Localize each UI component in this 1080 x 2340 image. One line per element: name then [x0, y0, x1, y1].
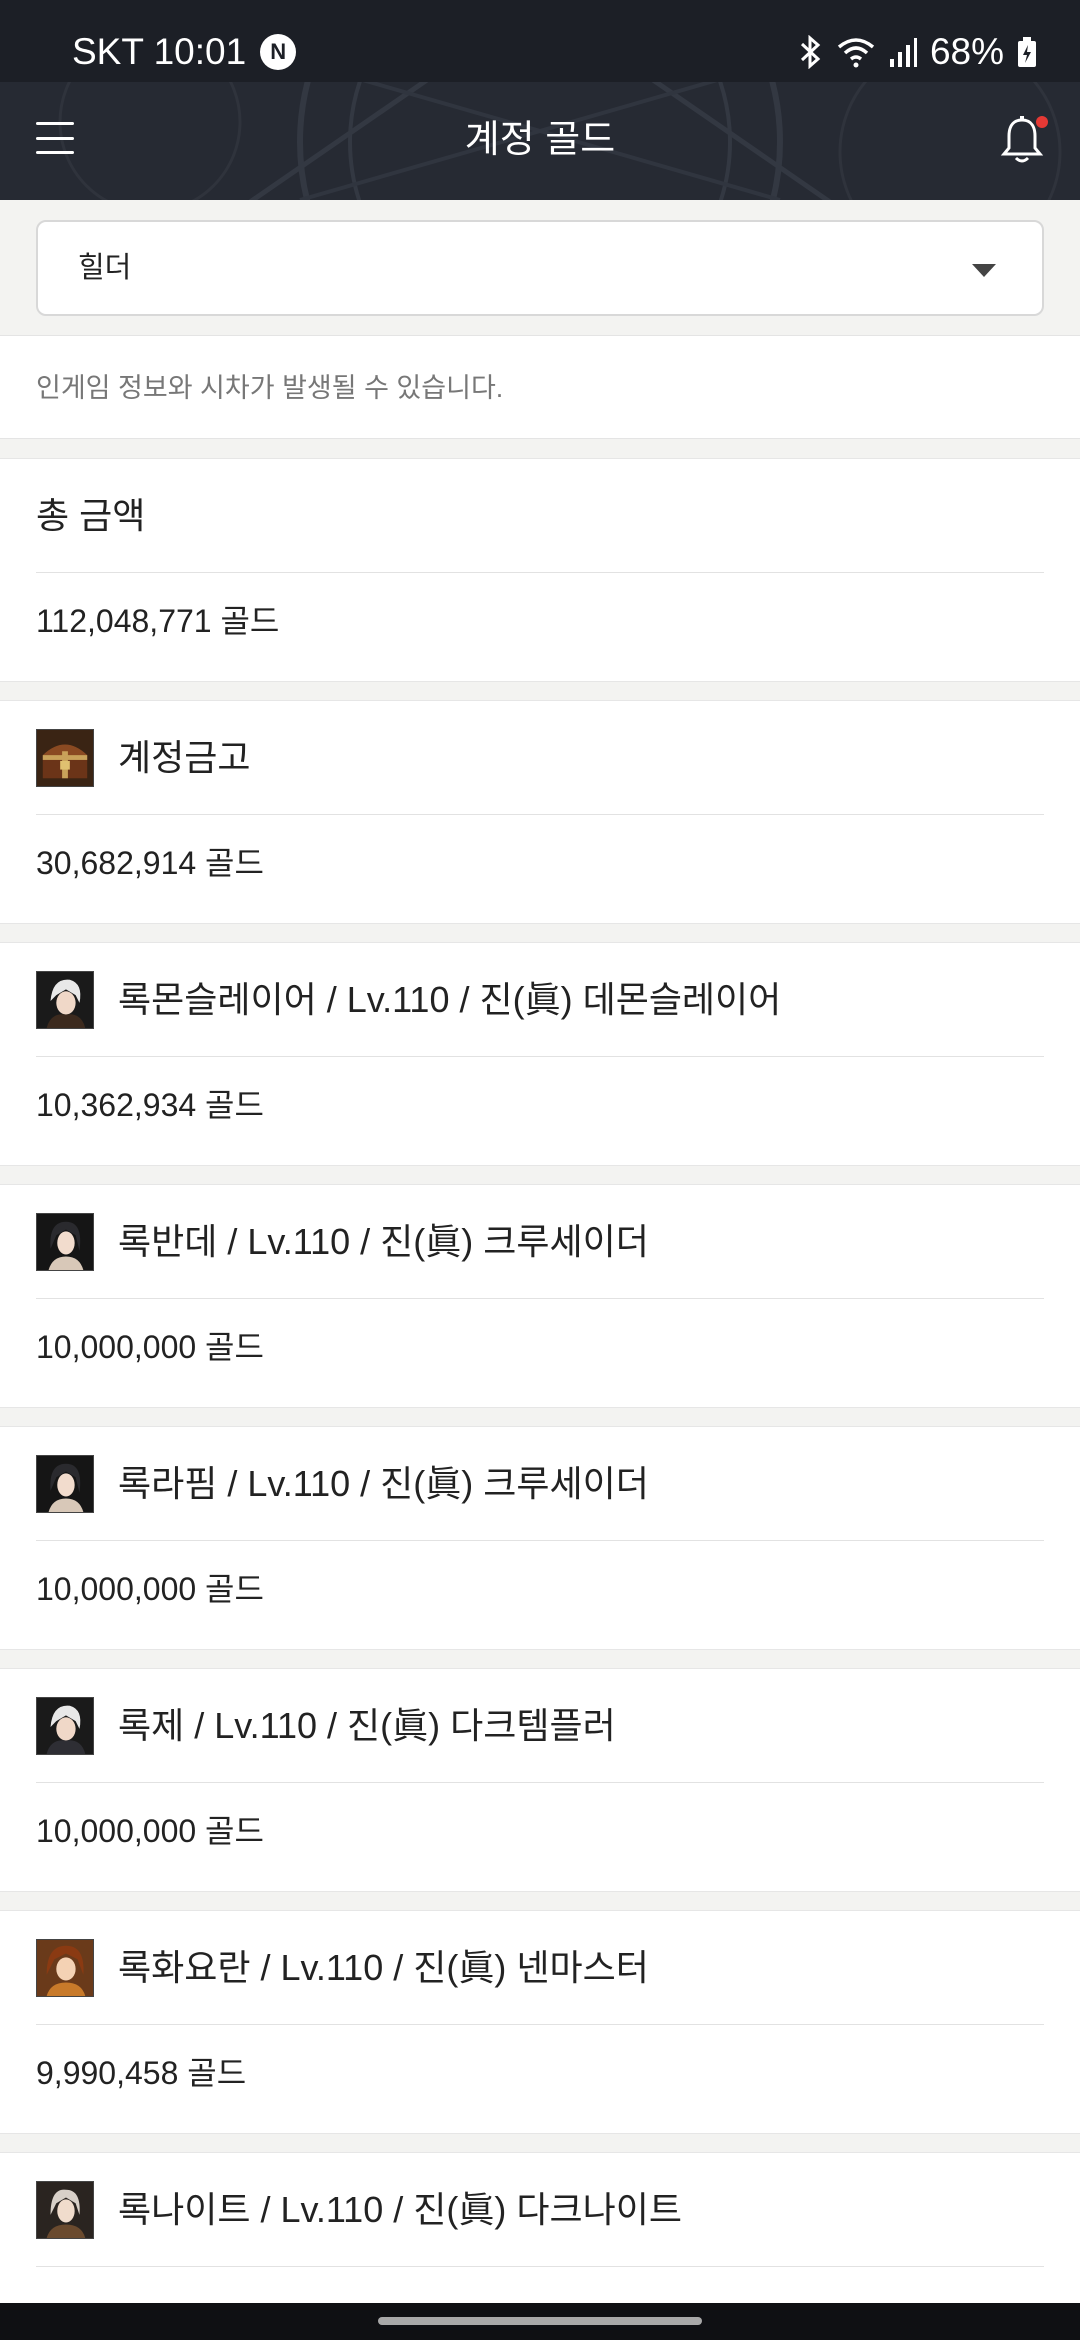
page-title: 계정 골드: [464, 119, 616, 161]
status-right: 68%: [798, 30, 1038, 74]
character-card-header: 록몬슬레이어 / Lv.110 / 진(眞) 데몬슬레이어: [36, 943, 1044, 1057]
bell-icon[interactable]: [1000, 114, 1048, 170]
signal-icon: [888, 35, 918, 69]
vault-label: 계정금고: [118, 736, 251, 778]
character-gold: 10,000,000 골드: [36, 1813, 264, 1849]
selector-section: 힐더: [0, 200, 1080, 334]
character-name: 록나이트 / Lv.110 / 진(眞) 다크나이트: [118, 2188, 682, 2230]
character-name: 록라핌 / Lv.110 / 진(眞) 크루세이더: [118, 1462, 649, 1504]
character-portrait-icon: [36, 970, 94, 1029]
character-card[interactable]: 록몬슬레이어 / Lv.110 / 진(眞) 데몬슬레이어 10,362,934…: [0, 942, 1080, 1166]
character-card-header: 록나이트 / Lv.110 / 진(眞) 다크나이트: [36, 2153, 1044, 2267]
wifi-icon: [836, 35, 876, 69]
vault-card[interactable]: 계정금고 30,682,914 골드: [0, 700, 1080, 924]
character-card[interactable]: 록화요란 / Lv.110 / 진(眞) 넨마스터 9,990,458 골드: [0, 1910, 1080, 2134]
character-gold: 10,000,000 골드: [36, 1329, 264, 1365]
character-gold: 10,000,000 골드: [36, 1571, 264, 1607]
notice-banner: 인게임 정보와 시차가 발생될 수 있습니다.: [0, 335, 1080, 439]
character-gold: 9,990,458 골드: [36, 2055, 247, 2091]
character-gold: 10,362,934 골드: [36, 1087, 264, 1123]
character-portrait-icon: [36, 1938, 94, 1997]
treasure-chest-icon: [36, 728, 94, 787]
home-indicator[interactable]: [378, 2317, 702, 2325]
character-card-header: 록화요란 / Lv.110 / 진(眞) 넨마스터: [36, 1911, 1044, 2025]
battery-percent: 68%: [929, 31, 1004, 72]
bluetooth-icon: [798, 35, 824, 69]
system-nav-bar: [0, 2303, 1080, 2340]
vault-card-header: 계정금고: [36, 701, 1044, 815]
server-select-value: 힐더: [78, 252, 132, 284]
vault-value: 30,682,914 골드: [36, 845, 264, 881]
character-portrait-icon: [36, 1454, 94, 1513]
total-card-header: 총 금액: [36, 459, 1044, 573]
status-left: SKT 10:01 N: [72, 30, 297, 74]
character-name: 록제 / Lv.110 / 진(眞) 다크템플러: [118, 1704, 616, 1746]
character-card[interactable]: 록라핌 / Lv.110 / 진(眞) 크루세이더 10,000,000 골드: [0, 1426, 1080, 1650]
app-header: 계정 골드: [0, 82, 1080, 200]
character-name: 록화요란 / Lv.110 / 진(眞) 넨마스터: [118, 1946, 649, 1988]
caret-down-icon: [972, 264, 996, 277]
character-portrait-icon: [36, 1212, 94, 1271]
character-name: 록몬슬레이어 / Lv.110 / 진(眞) 데몬슬레이어: [118, 978, 782, 1020]
total-value: 112,048,771 골드: [36, 603, 280, 639]
character-card-header: 록반데 / Lv.110 / 진(眞) 크루세이더: [36, 1185, 1044, 1299]
battery-charging-icon: [1016, 35, 1038, 69]
character-name: 록반데 / Lv.110 / 진(眞) 크루세이더: [118, 1220, 649, 1262]
n-badge-icon: N: [260, 34, 297, 70]
total-card: 총 금액 112,048,771 골드: [0, 458, 1080, 682]
notification-dot: [1036, 116, 1048, 128]
character-card-header: 록라핌 / Lv.110 / 진(眞) 크루세이더: [36, 1427, 1044, 1541]
character-card[interactable]: 록제 / Lv.110 / 진(眞) 다크템플러 10,000,000 골드: [0, 1668, 1080, 1892]
total-label: 총 금액: [36, 494, 146, 536]
character-portrait-icon: [36, 1696, 94, 1755]
notice-text: 인게임 정보와 시차가 발생될 수 있습니다.: [36, 373, 504, 403]
character-card[interactable]: 록반데 / Lv.110 / 진(眞) 크루세이더 10,000,000 골드: [0, 1184, 1080, 1408]
server-select[interactable]: 힐더: [36, 220, 1044, 316]
character-card-header: 록제 / Lv.110 / 진(眞) 다크템플러: [36, 1669, 1044, 1783]
character-portrait-icon: [36, 2180, 94, 2239]
carrier-time: SKT 10:01: [72, 31, 247, 72]
status-bar: SKT 10:01 N 68%: [0, 0, 1080, 82]
